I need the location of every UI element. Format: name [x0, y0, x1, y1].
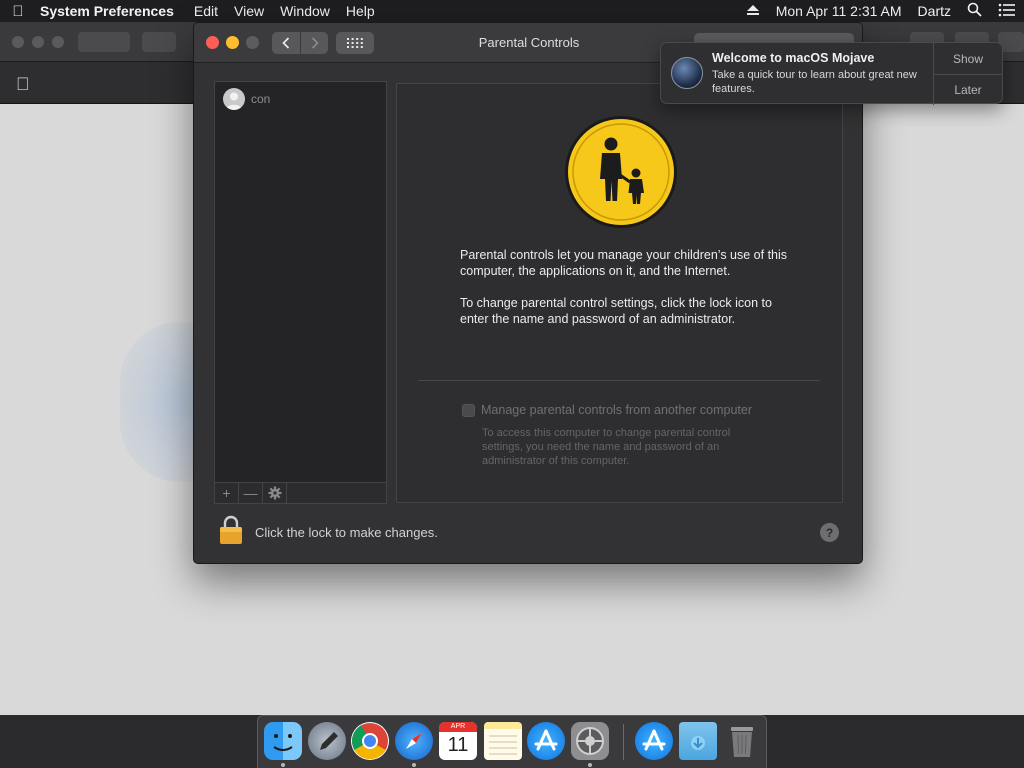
- gear-icon: [268, 486, 281, 500]
- action-menu-button[interactable]: [263, 483, 287, 503]
- add-user-button[interactable]: +: [215, 483, 239, 503]
- remote-management-checkbox[interactable]: [462, 403, 475, 417]
- description-text: Parental controls let you manage your ch…: [460, 247, 790, 327]
- avatar: [223, 88, 245, 110]
- chevron-right-icon: [311, 37, 319, 49]
- launchpad-icon[interactable]: [308, 722, 346, 760]
- notification-later-button[interactable]: Later: [934, 74, 1002, 105]
- nav-buttons: [272, 32, 328, 54]
- background-apple-icon: : [16, 74, 30, 95]
- user-list[interactable]: con: [214, 81, 387, 483]
- parental-controls-icon: [565, 116, 677, 228]
- remote-management-label: Manage parental controls from another co…: [481, 403, 752, 417]
- menu-app-name[interactable]: System Preferences: [36, 3, 186, 19]
- welcome-notification[interactable]: Welcome to macOS Mojave Take a quick tou…: [660, 42, 1003, 105]
- menu-user[interactable]: Dartz: [910, 3, 959, 19]
- calendar-month: APR: [439, 722, 477, 732]
- finder-icon[interactable]: [264, 722, 302, 760]
- background-sidebar-button: [142, 32, 176, 52]
- description-paragraph-2: To change parental control settings, cli…: [460, 296, 772, 326]
- minimize-button[interactable]: [226, 36, 239, 49]
- remove-user-button[interactable]: —: [239, 483, 263, 503]
- downloads-folder-icon[interactable]: [679, 722, 717, 760]
- calendar-icon[interactable]: APR 11: [439, 722, 477, 760]
- background-zoom-dot: [52, 36, 64, 48]
- divider: [418, 380, 820, 381]
- dock-separator: [623, 724, 624, 760]
- user-list-toolbar: + —: [214, 483, 387, 504]
- background-minimize-dot: [32, 36, 44, 48]
- notification-actions: Show Later: [933, 43, 1002, 105]
- app-store-folder-icon[interactable]: [635, 722, 673, 760]
- chevron-left-icon: [282, 37, 290, 49]
- finder-running-indicator: [281, 763, 285, 767]
- help-button[interactable]: ?: [820, 523, 839, 542]
- calendar-day: 11: [447, 734, 469, 756]
- remote-management-help-text: To access this computer to change parent…: [482, 427, 731, 467]
- notification-center-icon[interactable]: [990, 3, 1024, 20]
- forward-button[interactable]: [300, 32, 328, 54]
- eject-icon[interactable]: [738, 3, 768, 19]
- app-store-icon[interactable]: [527, 722, 565, 760]
- zoom-button[interactable]: [246, 36, 259, 49]
- apple-menu-icon[interactable]: : [0, 3, 36, 20]
- remote-management-option: Manage parental controls from another co…: [462, 403, 752, 417]
- menu-window[interactable]: Window: [272, 3, 338, 19]
- safari-icon[interactable]: [395, 722, 433, 760]
- lock-icon[interactable]: [219, 515, 243, 545]
- background-close-dot: [12, 36, 24, 48]
- spotlight-search-icon[interactable]: [959, 2, 990, 20]
- background-nav-buttons: [78, 32, 130, 52]
- menu-edit[interactable]: Edit: [186, 3, 226, 19]
- notes-icon[interactable]: [484, 722, 522, 760]
- menu-bar:  System Preferences Edit View Window He…: [0, 0, 1024, 22]
- trash-icon[interactable]: [723, 722, 761, 760]
- chrome-icon[interactable]: [351, 722, 389, 760]
- menu-help[interactable]: Help: [338, 3, 383, 19]
- description-paragraph-1: Parental controls let you manage your ch…: [460, 248, 788, 278]
- safari-running-indicator: [412, 763, 416, 767]
- notification-show-button[interactable]: Show: [934, 43, 1002, 74]
- menu-view[interactable]: View: [226, 3, 272, 19]
- macos-mojave-icon: [671, 57, 703, 89]
- user-silhouette-icon: [226, 92, 242, 110]
- back-button[interactable]: [272, 32, 300, 54]
- notification-body: Take a quick tour to learn about great n…: [712, 69, 917, 95]
- notification-title: Welcome to macOS Mojave: [712, 51, 875, 65]
- grid-icon: [347, 38, 363, 48]
- lock-status-text: Click the lock to make changes.: [255, 525, 438, 540]
- close-button[interactable]: [206, 36, 219, 49]
- system-preferences-icon[interactable]: [571, 722, 609, 760]
- content-pane: Parental controls let you manage your ch…: [396, 83, 843, 503]
- show-all-button[interactable]: [336, 32, 374, 54]
- user-list-item[interactable]: con: [223, 88, 270, 110]
- system-preferences-running-indicator: [588, 763, 592, 767]
- user-name: con: [251, 92, 271, 106]
- dock: APR 11: [257, 715, 767, 768]
- menu-clock[interactable]: Mon Apr 11 2:31 AM: [768, 3, 910, 19]
